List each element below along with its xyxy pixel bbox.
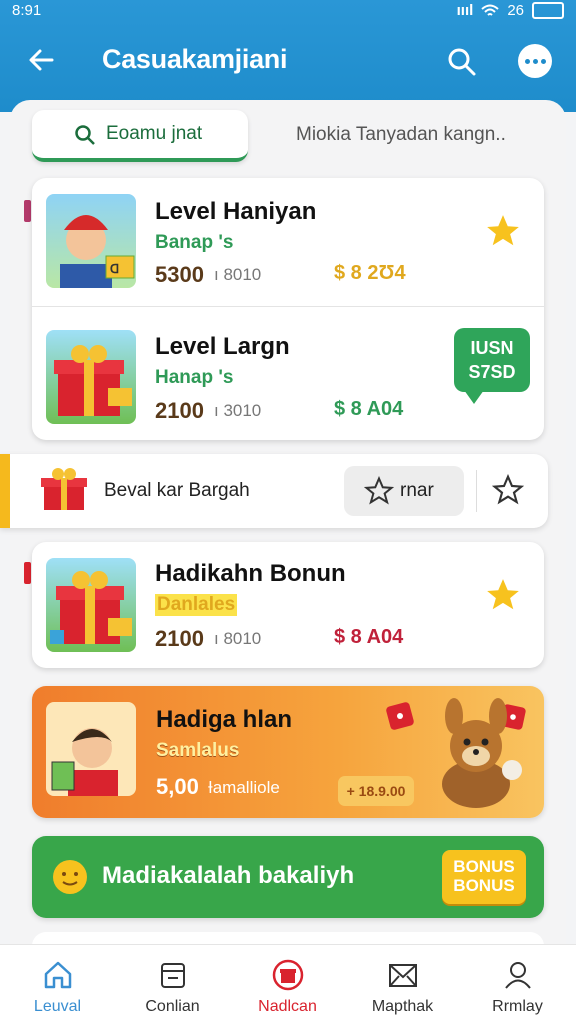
promo-subtitle: Samlalus — [156, 740, 240, 761]
banner-text: Beval kar Bargah — [104, 480, 250, 501]
gift-icon — [41, 468, 87, 510]
banner-button[interactable]: rnar — [344, 466, 464, 516]
mail-icon — [388, 964, 417, 987]
home-icon — [44, 961, 71, 989]
card-price: 2100 — [155, 626, 204, 651]
promo-bubble[interactable]: IUSN S7SD — [454, 328, 530, 404]
calendar-icon — [160, 963, 185, 988]
app-header: 8:91 ıııl 26 Casuakamjiani — [0, 0, 576, 112]
card-value: $ 8 A04 — [334, 398, 404, 420]
tab-active[interactable]: Eoamu jnat — [32, 110, 248, 162]
card-value: $ 8 2Ʊ4 — [334, 262, 406, 284]
bonus-label-2: BONUS — [453, 876, 515, 895]
promo-pill[interactable]: + 18.9.00 — [338, 776, 414, 806]
promo-note: Ɨamalliole — [208, 778, 280, 797]
gift-icon — [272, 959, 303, 991]
avatar-thumbnail — [46, 702, 136, 796]
status-icons: ıııl 26 — [457, 2, 564, 19]
nav-label: Nadlcan — [258, 998, 317, 1015]
card-muted: ı 8010 — [214, 629, 262, 648]
banner-edge — [0, 454, 10, 528]
mascot-icon — [442, 698, 522, 808]
card-muted: ı 8010 — [214, 265, 262, 284]
smiley-icon — [53, 860, 87, 894]
tab-active-label: Eoamu jnat — [106, 123, 203, 144]
dice-icon — [386, 702, 414, 730]
nav-item-home[interactable]: Leuval — [0, 945, 115, 1025]
bubble-line-2: S7SD — [468, 362, 516, 382]
battery-icon — [532, 2, 564, 19]
nav-item-mail[interactable]: Mapthak — [345, 945, 460, 1025]
search-icon[interactable] — [444, 44, 478, 78]
banner-separator — [476, 470, 477, 512]
card-marker — [24, 200, 31, 222]
card-marker — [24, 562, 31, 584]
card-value: $ 8 A04 — [334, 626, 404, 648]
nav-item-gift[interactable]: Nadlcan — [230, 945, 345, 1025]
avatar-thumbnail: ᗡ — [46, 194, 136, 288]
bonus-button[interactable]: BONUS BONUS — [442, 850, 526, 904]
back-arrow-icon[interactable] — [24, 42, 60, 78]
star-icon[interactable] — [484, 212, 522, 250]
card-title: Level Haniyan — [155, 198, 317, 225]
card-subtitle: Danlales — [155, 594, 238, 616]
profile-icon — [504, 962, 531, 989]
svg-text:ᗡ: ᗡ — [110, 262, 119, 276]
banner-button-label: rnar — [400, 480, 434, 501]
bonus-banner[interactable]: Madiakalalah bakaliyh BONUS BONUS — [32, 836, 544, 918]
status-bar: 8:91 ıııl 26 — [0, 0, 576, 22]
promo-card[interactable]: Hadiga hlan Samlalus 5,00 Ɨamalliole — [32, 686, 544, 818]
nav-label: Rrmlay — [492, 998, 543, 1015]
signal-icon: ıııl — [456, 2, 474, 19]
divider — [32, 306, 544, 307]
promo-title: Hadiga hlan — [156, 706, 293, 733]
card-price: 2100 — [155, 398, 204, 423]
search-icon — [75, 125, 95, 145]
nav-label: Leuval — [33, 998, 82, 1015]
nav-label: Conlian — [145, 998, 200, 1015]
bottom-nav: Leuval Conlian Nadlcan Mapthak Rrmlay — [0, 944, 576, 1025]
data-indicator: 26 — [507, 2, 524, 19]
card-subtitle: Hanap 's — [155, 367, 234, 388]
card-title: Hadikahn Bonun — [155, 560, 346, 587]
promo-price: 5,00 — [156, 774, 199, 799]
reward-banner[interactable]: Beval kar Bargah rnar — [0, 454, 548, 528]
star-outline-icon[interactable] — [492, 474, 524, 506]
card-muted: ı 3010 — [214, 401, 262, 420]
star-outline-icon — [364, 476, 394, 505]
wifi-icon — [481, 4, 499, 16]
card-subtitle: Banap 's — [155, 232, 234, 253]
nav-item-profile[interactable]: Rrmlay — [460, 945, 575, 1025]
more-options-button[interactable] — [518, 44, 552, 78]
page-title: Casuakamjiani — [102, 44, 288, 74]
card-title: Level Largn — [155, 333, 290, 360]
tab-secondary[interactable]: Miokia Tanyadan kangn.. — [296, 124, 506, 146]
bonus-banner-text: Madiakalalah bakaliyh — [102, 862, 355, 889]
bonus-label-1: BONUS — [453, 857, 515, 876]
nav-item-calendar[interactable]: Conlian — [115, 945, 230, 1025]
nav-label: Mapthak — [371, 998, 434, 1015]
star-icon[interactable] — [484, 576, 522, 614]
status-time: 8:91 — [12, 2, 42, 19]
card-price: 5300 — [155, 262, 204, 287]
bubble-line-1: IUSN — [470, 338, 514, 358]
gift-thumbnail — [46, 330, 136, 424]
gift-thumbnail — [46, 558, 136, 652]
